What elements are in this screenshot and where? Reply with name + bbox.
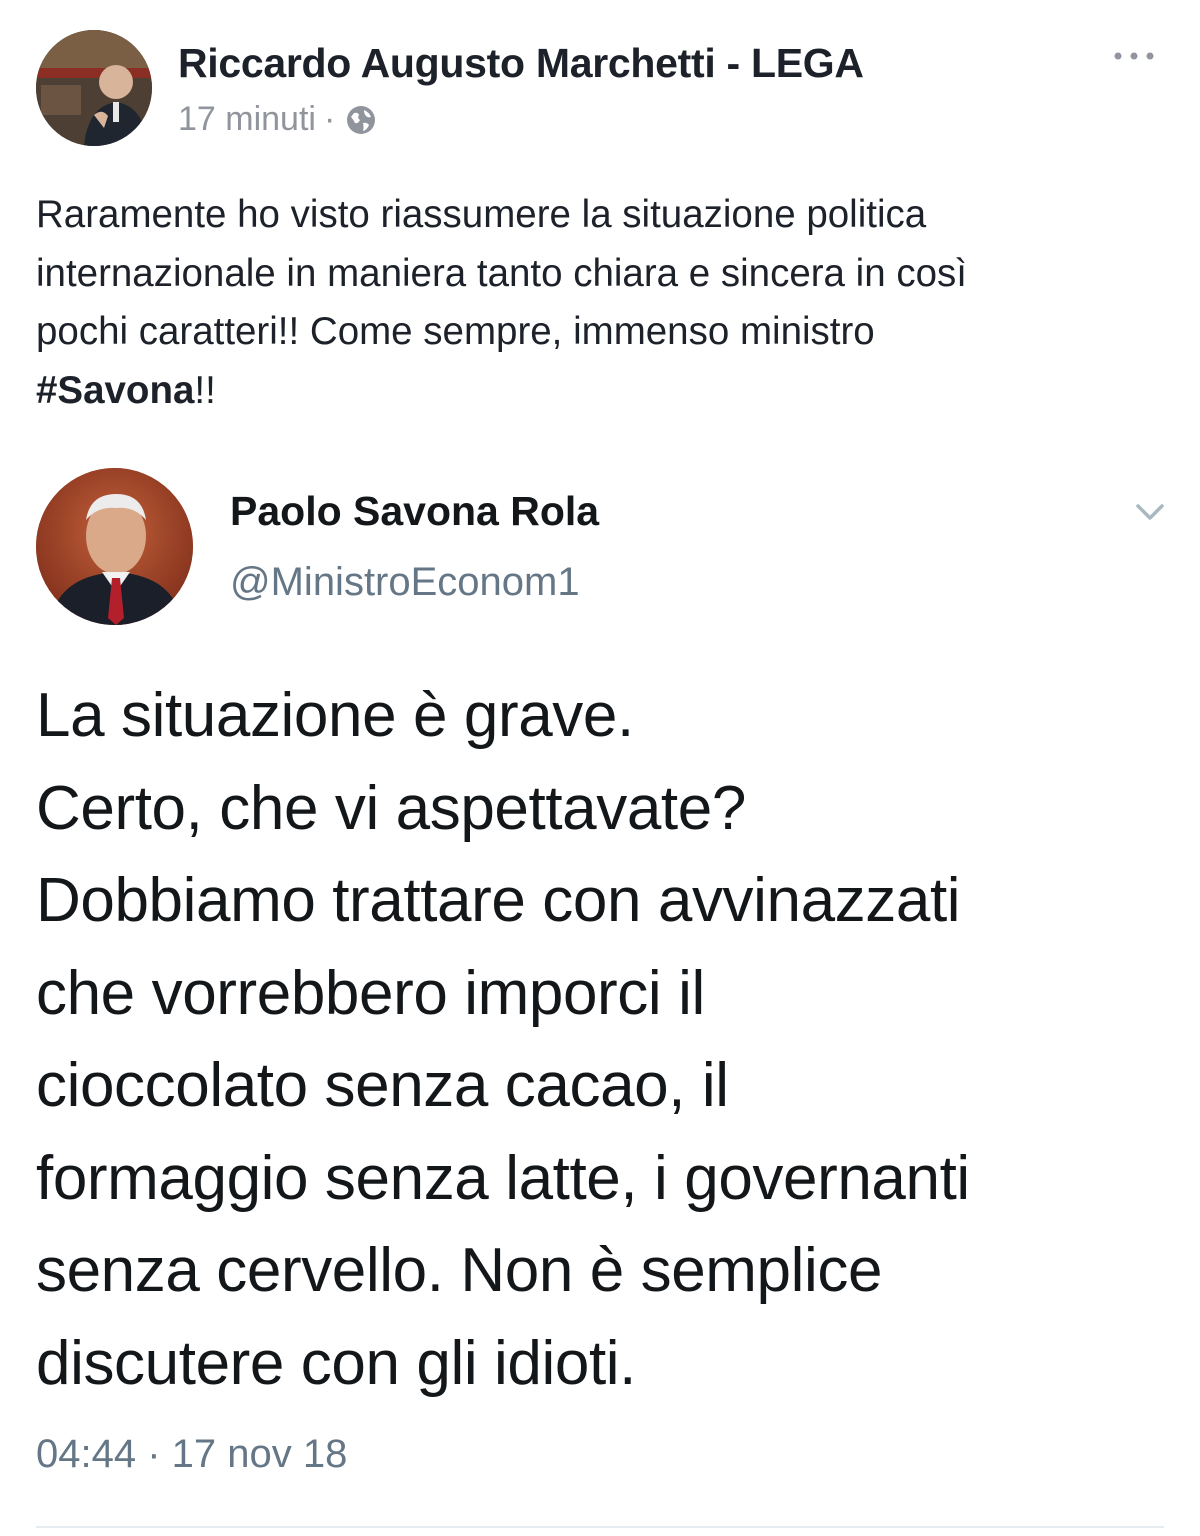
post-text-line: internazionale in maniera tanto chiara e… (36, 251, 967, 295)
hashtag-link[interactable]: #Savona (36, 369, 194, 412)
tweet-text-line: cioccolato senza cacao, il (36, 1051, 729, 1120)
tweet-author-handle[interactable]: @MinistroEconom1 (230, 560, 580, 605)
post-meta: 17 minuti · (178, 100, 377, 139)
tweet-timestamp[interactable]: 04:44 · 17 nov 18 (36, 1432, 347, 1477)
hashtag-prefix: # (36, 368, 58, 412)
tweet-text-line: discutere con gli idioti. (36, 1328, 636, 1398)
post-text-line: #Savona!! (36, 362, 1166, 421)
hashtag-text: Savona (57, 368, 195, 412)
author-avatar[interactable] (36, 30, 152, 146)
post-header: Riccardo Augusto Marchetti - LEGA 17 min… (36, 30, 1164, 150)
tweet-author-name[interactable]: Paolo Savona Rola (230, 488, 599, 535)
globe-icon[interactable] (345, 104, 377, 136)
post-time[interactable]: 17 minuti (178, 100, 316, 139)
tweet-text-line: Certo, che vi aspettavate? (36, 773, 746, 843)
tweet-text: La situazione è grave. Certo, che vi asp… (36, 670, 1176, 1410)
tweet-text-line: Dobbiamo trattare con avvinazzati (36, 866, 961, 935)
post-text-line: pochi caratteri!! Come sempre, immenso m… (36, 310, 875, 353)
hashtag-suffix: !! (194, 368, 216, 412)
tweet-text-line: formaggio senza latte, i governanti (36, 1143, 970, 1213)
tweet-text-line: che vorrebbero imporci il (36, 958, 705, 1028)
tweet-text-line: La situazione è grave. (36, 681, 634, 750)
post-text-line: Raramente ho visto riassumere la situazi… (36, 193, 927, 236)
meta-separator: · (323, 100, 336, 138)
tweet-author-avatar[interactable] (36, 468, 193, 625)
tweet-text-line: senza cervello. Non è semplice (36, 1236, 883, 1305)
divider (36, 1526, 1164, 1528)
author-name[interactable]: Riccardo Augusto Marchetti - LEGA (178, 40, 864, 87)
chevron-down-icon[interactable] (1130, 496, 1170, 528)
post-text: Raramente ho visto riassumere la situazi… (36, 186, 1166, 420)
more-options-icon[interactable] (1104, 34, 1164, 78)
